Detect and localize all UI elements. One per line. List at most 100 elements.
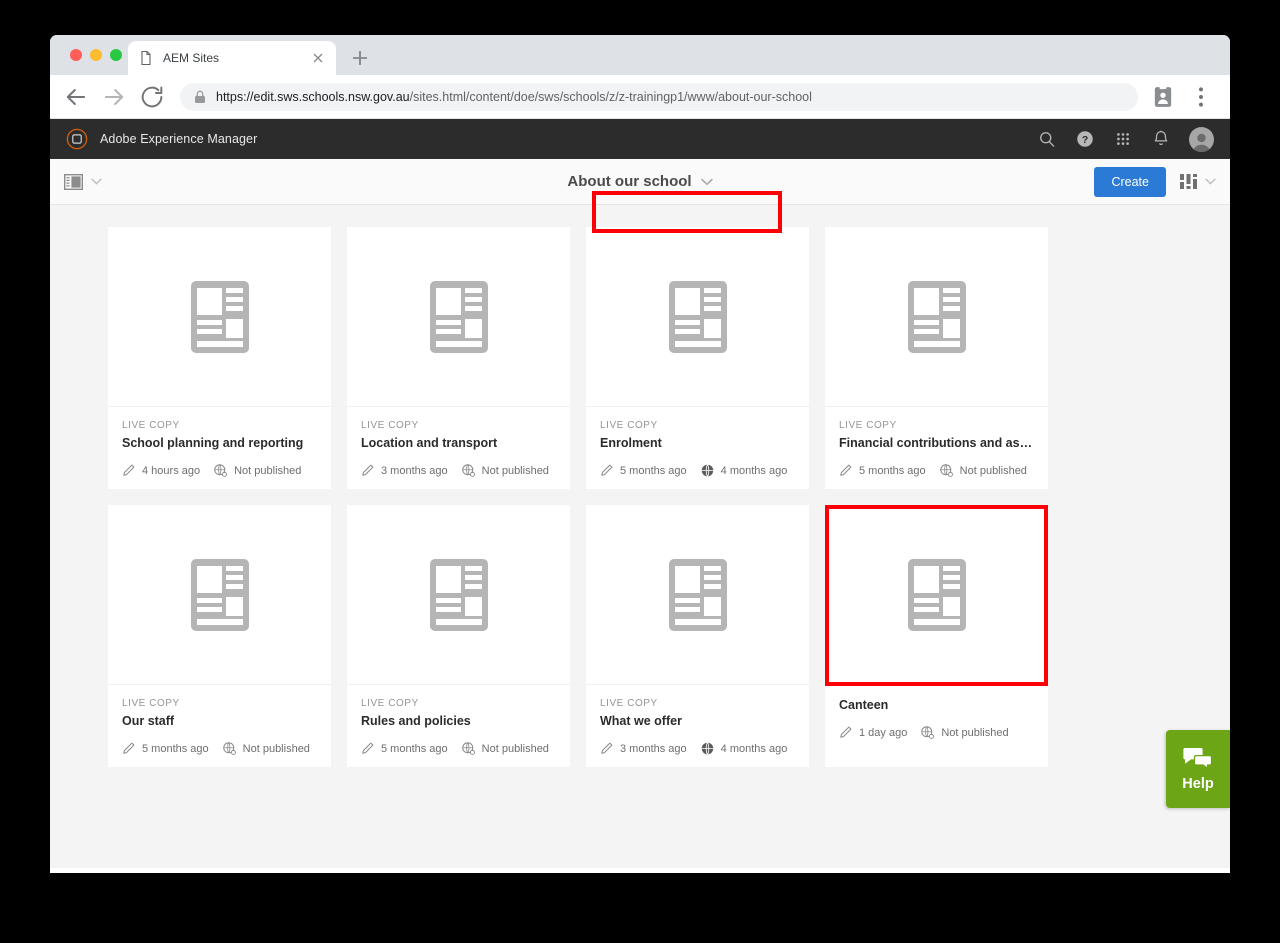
page-card[interactable]: Canteen 1 day ago Not published	[825, 505, 1048, 767]
chevron-down-icon	[700, 178, 713, 185]
card-publish-text: Not published	[242, 742, 310, 755]
card-title: Enrolment	[600, 436, 662, 450]
forward-arrow-icon[interactable]	[100, 83, 128, 111]
card-thumbnail[interactable]	[347, 505, 570, 685]
card-publish-status: Not published	[214, 464, 301, 477]
page-card[interactable]: LIVE COPY Rules and policies 5 months ag…	[347, 505, 570, 767]
card-publish-status: Not published	[461, 742, 549, 755]
app-grid-icon[interactable]	[1113, 129, 1133, 149]
card-thumbnail[interactable]	[108, 227, 331, 407]
three-dot-menu-icon[interactable]	[1187, 83, 1215, 111]
card-modified: 5 months ago	[839, 464, 926, 477]
card-thumbnail[interactable]	[825, 505, 1048, 686]
card-modified-text: 3 months ago	[381, 464, 448, 477]
minimize-window-button[interactable]	[90, 49, 102, 61]
card-modified: 4 hours ago	[122, 464, 200, 477]
help-question-icon[interactable]: ?	[1075, 129, 1095, 149]
page-card[interactable]: LIVE COPY What we offer 3 months ago 4 m…	[586, 505, 809, 767]
card-modified: 3 months ago	[361, 464, 448, 477]
card-modified-text: 3 months ago	[620, 742, 687, 755]
card-thumbnail[interactable]	[586, 227, 809, 407]
globe-unpublished-icon	[222, 742, 236, 755]
bell-notification-icon[interactable]	[1151, 129, 1171, 149]
card-modified-text: 5 months ago	[381, 742, 448, 755]
search-icon[interactable]	[1037, 129, 1057, 149]
help-widget-button[interactable]: Help	[1166, 730, 1230, 808]
back-arrow-icon[interactable]	[62, 83, 90, 111]
adobe-experience-manager-logo	[66, 128, 88, 150]
page-icon	[141, 50, 151, 66]
card-thumbnail[interactable]	[586, 505, 809, 685]
card-publish-status: 4 months ago	[701, 464, 788, 477]
card-publish-status: Not published	[222, 742, 310, 755]
card-meta: 5 months ago Not published	[122, 742, 317, 755]
card-meta: 3 months ago 4 months ago	[600, 742, 795, 755]
card-publish-text: Not published	[234, 464, 302, 477]
card-thumbnail[interactable]	[108, 505, 331, 685]
create-button[interactable]: Create	[1094, 166, 1166, 197]
maximize-window-button[interactable]	[110, 49, 122, 61]
browser-tab-title: AEM Sites	[163, 51, 220, 65]
card-body: LIVE COPY Financial contributions and as…	[825, 407, 1048, 489]
card-publish-text: 4 months ago	[720, 464, 788, 477]
profile-card-icon[interactable]	[1149, 83, 1177, 111]
card-title: Location and transport	[361, 436, 498, 450]
page-card[interactable]: LIVE COPY Our staff 5 months ago Not pub…	[108, 505, 331, 767]
card-body: LIVE COPY Location and transport 3 month…	[347, 407, 570, 489]
card-modified-text: 5 months ago	[620, 464, 687, 477]
card-meta: 5 months ago Not published	[839, 464, 1034, 477]
page-card[interactable]: LIVE COPY Enrolment 5 months ago 4 month…	[586, 227, 809, 489]
card-title: What we offer	[600, 714, 682, 728]
page-layout-thumbnail-icon	[429, 280, 488, 353]
toolbar-right-actions: Create	[1094, 166, 1216, 197]
pencil-edit-icon	[601, 742, 613, 754]
card-body: LIVE COPY What we offer 3 months ago 4 m…	[586, 685, 809, 767]
card-publish-text: Not published	[959, 464, 1027, 477]
browser-nav-bar: https://edit.sws.schools.nsw.gov.au/site…	[50, 75, 1230, 119]
reload-icon[interactable]	[138, 83, 166, 111]
card-publish-text: Not published	[481, 742, 549, 755]
close-window-button[interactable]	[70, 49, 82, 61]
close-icon[interactable]	[310, 50, 326, 66]
live-copy-badge: LIVE COPY	[122, 420, 180, 431]
page-title-dropdown[interactable]: About our school	[551, 167, 728, 196]
avatar[interactable]	[1189, 126, 1214, 152]
card-modified-text: 5 months ago	[142, 742, 209, 755]
card-body: Canteen 1 day ago Not published	[825, 685, 1048, 751]
avatar-icon	[1192, 133, 1211, 152]
card-publish-text: Not published	[941, 726, 1009, 739]
card-thumbnail[interactable]	[347, 227, 570, 407]
card-grid: LIVE COPY School planning and reporting …	[50, 227, 1230, 767]
lock-icon	[195, 90, 205, 103]
address-bar[interactable]: https://edit.sws.schools.nsw.gov.au/site…	[180, 82, 1138, 111]
url-path: /sites.html/content/doe/sws/schools/z/z-…	[409, 89, 812, 104]
globe-unpublished-icon	[939, 464, 953, 477]
card-meta: 1 day ago Not published	[839, 726, 1034, 739]
globe-published-icon	[701, 464, 713, 477]
globe-unpublished-icon	[921, 726, 935, 739]
browser-tab[interactable]: AEM Sites	[128, 41, 336, 75]
page-card[interactable]: LIVE COPY School planning and reporting …	[108, 227, 331, 489]
live-copy-badge: LIVE COPY	[361, 420, 419, 431]
aem-brand[interactable]: Adobe Experience Manager	[66, 128, 257, 150]
aem-title: Adobe Experience Manager	[100, 132, 258, 146]
card-thumbnail[interactable]	[825, 227, 1048, 407]
rail-toggle-button[interactable]	[64, 173, 102, 190]
globe-unpublished-icon	[461, 742, 475, 755]
card-meta: 5 months ago 4 months ago	[600, 464, 795, 477]
browser-window: AEM Sites https://edit.sws.schools.nsw.g…	[50, 35, 1230, 873]
globe-unpublished-icon	[214, 464, 228, 477]
card-modified: 1 day ago	[839, 726, 907, 739]
svg-text:?: ?	[1082, 135, 1088, 146]
address-bar-url: https://edit.sws.schools.nsw.gov.au/site…	[216, 90, 812, 104]
pencil-edit-icon	[840, 464, 852, 476]
card-title: Financial contributions and assistance	[839, 436, 1034, 450]
new-tab-button[interactable]	[346, 44, 374, 72]
view-switch-button[interactable]	[1180, 174, 1216, 189]
page-card[interactable]: LIVE COPY Location and transport 3 month…	[347, 227, 570, 489]
card-modified-text: 5 months ago	[859, 464, 926, 477]
page-card[interactable]: LIVE COPY Financial contributions and as…	[825, 227, 1048, 489]
card-body: LIVE COPY Enrolment 5 months ago 4 month…	[586, 407, 809, 489]
page-layout-thumbnail-icon	[190, 558, 249, 631]
pencil-edit-icon	[362, 464, 374, 476]
